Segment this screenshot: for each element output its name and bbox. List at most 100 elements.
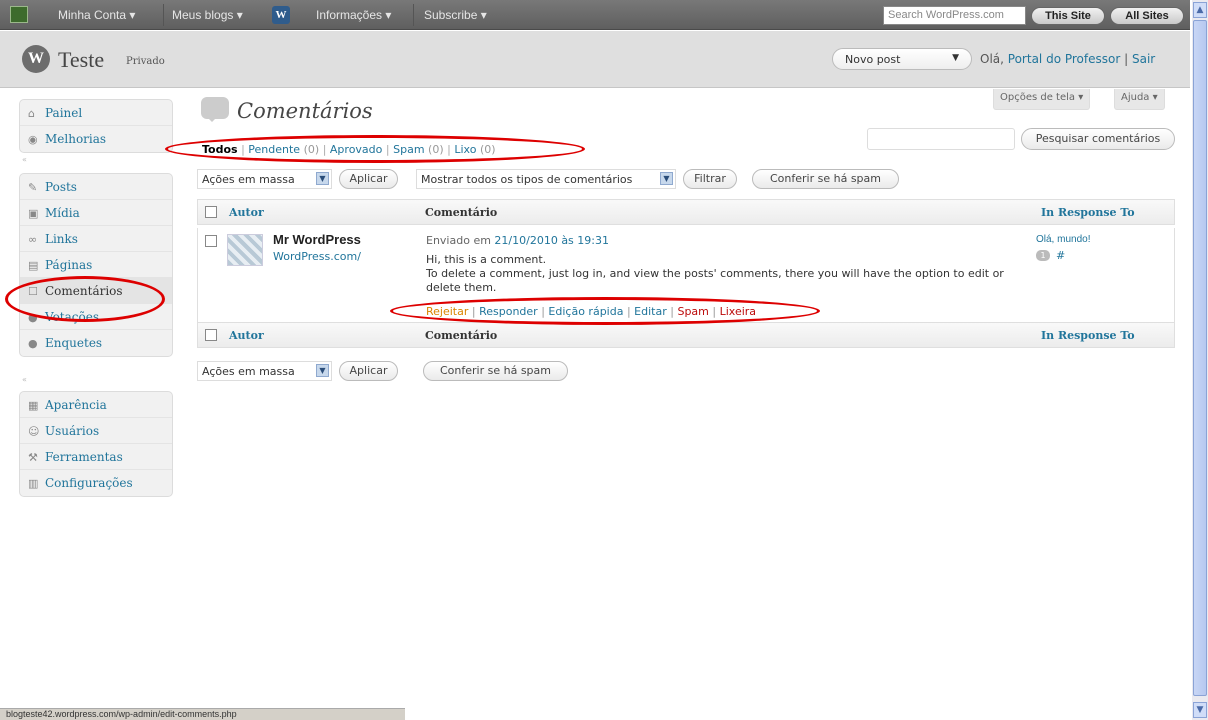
menu-label: Páginas bbox=[45, 258, 93, 272]
menu-label: Posts bbox=[45, 180, 77, 194]
site-header: W Teste Privado Novo post ▼ Olá, Portal … bbox=[0, 31, 1190, 88]
column-comment: Comentário bbox=[425, 329, 498, 342]
new-post-dropdown[interactable]: Novo post ▼ bbox=[832, 48, 972, 70]
comment-date-link[interactable]: 21/10/2010 às 19:31 bbox=[494, 234, 609, 247]
greeting-text: Olá, bbox=[980, 52, 1004, 66]
pages-icon: ▤ bbox=[28, 259, 39, 272]
scroll-up-icon[interactable]: ▲ bbox=[1193, 2, 1207, 18]
settings-icon: ▥ bbox=[28, 477, 39, 490]
check-spam-button[interactable]: Conferir se há spam bbox=[752, 169, 899, 189]
comment-search-input[interactable] bbox=[867, 128, 1015, 150]
home-icon: ⌂ bbox=[28, 107, 35, 120]
users-icon: ☺ bbox=[28, 425, 40, 438]
annotation-ellipse bbox=[390, 297, 820, 325]
chevron-down-icon[interactable]: ▼ bbox=[952, 53, 959, 63]
author-url-link[interactable]: WordPress.com/ bbox=[273, 250, 361, 263]
row-checkbox[interactable] bbox=[205, 235, 217, 247]
menu-label: Mídia bbox=[45, 206, 80, 220]
my-account-menu[interactable]: Minha Conta ▾ bbox=[58, 8, 135, 22]
column-response[interactable]: In Response To bbox=[1041, 206, 1135, 219]
menu-dashboard[interactable]: ⌂ Painel bbox=[20, 100, 172, 126]
menu-pages[interactable]: ▤ Páginas bbox=[20, 252, 172, 278]
wordpress-logo-icon[interactable]: W bbox=[22, 45, 50, 73]
vertical-scrollbar[interactable]: ▲ ▼ bbox=[1192, 0, 1208, 720]
privacy-label: Privado bbox=[126, 56, 165, 67]
chevron-down-icon[interactable]: ▼ bbox=[316, 172, 329, 185]
menu-collapse-arrow-icon[interactable]: « bbox=[22, 375, 27, 384]
admin-bar: Minha Conta ▾ Meus blogs ▾ W Informações… bbox=[0, 0, 1190, 30]
avatar bbox=[227, 234, 263, 266]
select-all-checkbox[interactable] bbox=[205, 329, 217, 341]
help-button[interactable]: Ajuda ▾ bbox=[1114, 89, 1165, 110]
comment-text: Hi, this is a comment. To delete a comme… bbox=[426, 253, 1036, 295]
bulk-actions-select[interactable]: Ações em massa ▼ bbox=[197, 361, 332, 381]
scrollbar-thumb[interactable] bbox=[1193, 20, 1207, 696]
page-title: Comentários bbox=[237, 99, 373, 123]
submitted-prefix: Enviado em bbox=[426, 234, 491, 247]
comment-type-select[interactable]: Mostrar todos os tipos de comentários ▼ bbox=[416, 169, 676, 189]
media-icon: ▣ bbox=[28, 207, 39, 220]
column-response[interactable]: In Response To bbox=[1041, 329, 1135, 342]
chevron-down-icon[interactable]: ▼ bbox=[316, 364, 329, 377]
menu-posts[interactable]: ✎ Posts bbox=[20, 174, 172, 200]
browser-status-bar: blogteste42.wordpress.com/wp-admin/edit-… bbox=[0, 708, 405, 720]
screen-options-button[interactable]: Opções de tela ▾ bbox=[993, 89, 1091, 110]
menu-users[interactable]: ☺ Usuários bbox=[20, 418, 172, 444]
menu-label: Links bbox=[45, 232, 78, 246]
annotation-ellipse bbox=[5, 276, 165, 322]
comment-text-line: To delete a comment, just log in, and vi… bbox=[426, 267, 1004, 294]
this-site-button[interactable]: This Site bbox=[1031, 7, 1105, 25]
table-footer: Autor Comentário In Response To bbox=[197, 322, 1175, 348]
menu-settings[interactable]: ▥ Configurações bbox=[20, 470, 172, 496]
menu-surveys[interactable]: ● Enquetes bbox=[20, 330, 172, 356]
menu-label: Painel bbox=[45, 106, 83, 120]
filter-button[interactable]: Filtrar bbox=[683, 169, 737, 189]
menu-collapse-arrow-icon[interactable]: « bbox=[22, 155, 27, 164]
surveys-icon: ● bbox=[28, 337, 38, 350]
comment-count-bubble-icon[interactable]: 1 bbox=[1036, 250, 1050, 261]
wordpress-icon[interactable]: W bbox=[272, 6, 290, 24]
comment-type-value: Mostrar todos os tipos de comentários bbox=[421, 173, 633, 186]
menu-label: Enquetes bbox=[45, 336, 103, 350]
all-sites-button[interactable]: All Sites bbox=[1110, 7, 1184, 25]
chevron-down-icon[interactable]: ▼ bbox=[660, 172, 673, 185]
permalink-hash-link[interactable]: # bbox=[1056, 249, 1065, 262]
greeting-separator: | bbox=[1124, 52, 1129, 66]
annotation-ellipse bbox=[165, 135, 585, 163]
menu-media[interactable]: ▣ Mídia bbox=[20, 200, 172, 226]
comment-author: Mr WordPress bbox=[273, 232, 361, 247]
scroll-down-icon[interactable]: ▼ bbox=[1193, 702, 1207, 718]
wpcom-logo-icon[interactable] bbox=[10, 6, 28, 23]
logout-link[interactable]: Sair bbox=[1132, 52, 1155, 66]
new-post-label: Novo post bbox=[845, 53, 901, 66]
column-author[interactable]: Autor bbox=[229, 206, 264, 219]
column-author[interactable]: Autor bbox=[229, 329, 264, 342]
check-spam-button[interactable]: Conferir se há spam bbox=[423, 361, 568, 381]
admin-menu-group-2: ✎ Posts ▣ Mídia ∞ Links ▤ Páginas ☐ Comentári… bbox=[19, 173, 173, 357]
tools-icon: ⚒ bbox=[28, 451, 38, 464]
user-greeting: Olá, Portal do Professor | Sair bbox=[980, 52, 1155, 66]
user-profile-link[interactable]: Portal do Professor bbox=[1008, 52, 1121, 66]
adminbar-search-input[interactable]: Search WordPress.com bbox=[883, 6, 1026, 25]
menu-label: Aparência bbox=[45, 398, 107, 412]
response-post-link[interactable]: Olá, mundo! bbox=[1036, 234, 1090, 245]
apply-button[interactable]: Aplicar bbox=[339, 361, 398, 381]
subscribe-menu[interactable]: Subscribe ▾ bbox=[424, 8, 487, 22]
apply-button[interactable]: Aplicar bbox=[339, 169, 398, 189]
site-title[interactable]: Teste bbox=[58, 47, 104, 73]
search-comments-button[interactable]: Pesquisar comentários bbox=[1021, 128, 1175, 150]
info-menu[interactable]: Informações ▾ bbox=[316, 8, 391, 22]
select-all-checkbox[interactable] bbox=[205, 206, 217, 218]
menu-tools[interactable]: ⚒ Ferramentas bbox=[20, 444, 172, 470]
table-header: Autor Comentário In Response To bbox=[197, 199, 1175, 225]
menu-upgrades[interactable]: ◉ Melhorias bbox=[20, 126, 172, 152]
bulk-actions-select[interactable]: Ações em massa ▼ bbox=[197, 169, 332, 189]
menu-label: Melhorias bbox=[45, 132, 107, 146]
divider bbox=[413, 4, 414, 26]
column-comment: Comentário bbox=[425, 206, 498, 219]
menu-links[interactable]: ∞ Links bbox=[20, 226, 172, 252]
admin-menu-group-3: ▦ Aparência ☺ Usuários ⚒ Ferramentas ▥ Confi… bbox=[19, 391, 173, 497]
my-blogs-menu[interactable]: Meus blogs ▾ bbox=[172, 8, 243, 22]
menu-appearance[interactable]: ▦ Aparência bbox=[20, 392, 172, 418]
posts-icon: ✎ bbox=[28, 181, 38, 194]
